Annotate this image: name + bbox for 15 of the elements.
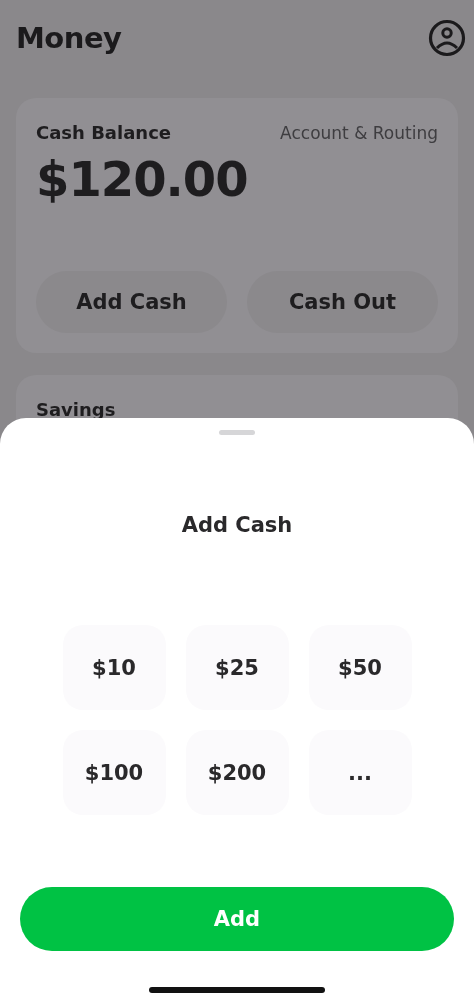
sheet-handle[interactable] xyxy=(219,430,255,435)
card-action-button[interactable]: Add Cash xyxy=(36,271,227,333)
amount-button[interactable]: $200 xyxy=(185,730,289,815)
sheet-title: Add Cash xyxy=(181,513,293,537)
amount-button[interactable]: $10 xyxy=(62,625,166,710)
amount-button[interactable]: $25 xyxy=(185,625,289,710)
card-action-button[interactable]: Cash Out xyxy=(247,271,438,333)
profile-icon[interactable] xyxy=(428,19,466,57)
balance-amount: $120.00 xyxy=(36,151,249,207)
amount-button[interactable]: ... xyxy=(308,730,412,815)
page-title: Money xyxy=(16,21,122,55)
card-label: Savings xyxy=(36,399,116,420)
card-label: Cash Balance xyxy=(36,122,172,143)
amount-button[interactable]: $100 xyxy=(62,730,166,815)
amount-button[interactable]: $50 xyxy=(308,625,412,710)
